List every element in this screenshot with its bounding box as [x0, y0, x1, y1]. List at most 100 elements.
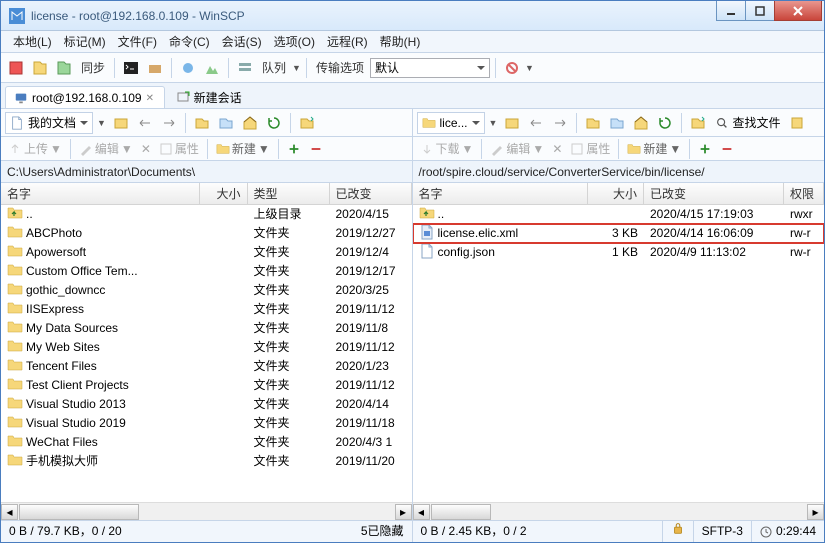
remote-edit-button[interactable]: 编辑 ▼: [487, 140, 547, 157]
tool-icon-6[interactable]: [177, 57, 199, 79]
tool-icon-8[interactable]: [501, 57, 523, 79]
session-tab-active[interactable]: root@192.168.0.109 ✕: [5, 86, 165, 108]
remote-nav-3[interactable]: [549, 112, 571, 134]
local-location-combo[interactable]: 我的文档: [5, 112, 93, 134]
local-nav-3[interactable]: [158, 112, 180, 134]
minimize-button[interactable]: [716, 1, 746, 21]
table-row[interactable]: 手机模拟大师文件夹2019/11/20: [1, 452, 412, 471]
col-type[interactable]: 类型: [248, 183, 330, 204]
table-row[interactable]: IISExpress文件夹2019/11/12: [1, 300, 412, 319]
remote-minus-button[interactable]: [717, 142, 737, 156]
col-name[interactable]: 名字: [1, 183, 200, 204]
window-title: license - root@192.168.0.109 - WinSCP: [31, 9, 245, 23]
remote-find-button[interactable]: 查找文件: [711, 112, 784, 134]
table-row[interactable]: config.json1 KB2020/4/9 11:13:02rw-r: [413, 243, 825, 262]
local-nav-4[interactable]: [191, 112, 213, 134]
folder-icon: [216, 142, 230, 156]
table-row[interactable]: Visual Studio 2013文件夹2020/4/14: [1, 395, 412, 414]
table-row[interactable]: license.elic.xml3 KB2020/4/14 16:06:09rw…: [413, 224, 825, 243]
local-nav-1[interactable]: [110, 112, 132, 134]
tool-icon-7[interactable]: [201, 57, 223, 79]
menu-item[interactable]: 帮助(H): [374, 33, 427, 50]
new-session-button[interactable]: 新建会话: [167, 86, 251, 108]
folder-icon: [422, 116, 436, 130]
remote-nav-2[interactable]: [525, 112, 547, 134]
remote-new-button[interactable]: 新建 ▼: [624, 140, 684, 157]
terminal-button[interactable]: [120, 57, 142, 79]
remote-location-combo[interactable]: lice...: [417, 112, 485, 134]
upload-label: 上传: [24, 140, 48, 157]
remote-plus-button[interactable]: [695, 142, 715, 156]
remote-nav-7[interactable]: [786, 112, 808, 134]
local-path: C:\Users\Administrator\Documents\: [1, 161, 412, 183]
remote-nav-5[interactable]: [606, 112, 628, 134]
remote-nav-6[interactable]: [687, 112, 709, 134]
local-file-header[interactable]: 名字 大小 类型 已改变: [1, 183, 412, 205]
local-nav-6[interactable]: [296, 112, 318, 134]
remote-delete-button[interactable]: ✕: [549, 142, 565, 156]
folder-icon: [627, 142, 641, 156]
menu-item[interactable]: 标记(M): [58, 33, 112, 50]
transfer-combo[interactable]: 默认: [370, 58, 490, 78]
table-row[interactable]: Custom Office Tem...文件夹2019/12/17: [1, 262, 412, 281]
menu-item[interactable]: 远程(R): [321, 33, 374, 50]
remote-location-label: lice...: [440, 116, 468, 130]
tool-icon-1[interactable]: [5, 57, 27, 79]
maximize-button[interactable]: [745, 1, 775, 21]
table-row[interactable]: Visual Studio 2019文件夹2019/11/18: [1, 414, 412, 433]
menu-item[interactable]: 命令(C): [163, 33, 216, 50]
edit-icon: [490, 142, 504, 156]
tool-icon-3[interactable]: [53, 57, 75, 79]
menu-item[interactable]: 文件(F): [112, 33, 163, 50]
local-props-button[interactable]: 属性: [156, 140, 202, 157]
local-hscroll[interactable]: ◂▸: [1, 502, 412, 520]
queue-icon[interactable]: [234, 57, 256, 79]
local-delete-button[interactable]: ✕: [138, 142, 154, 156]
local-minus-button[interactable]: [306, 142, 326, 156]
table-row[interactable]: My Web Sites文件夹2019/11/12: [1, 338, 412, 357]
local-plus-button[interactable]: [284, 142, 304, 156]
remote-home-button[interactable]: [630, 112, 652, 134]
menubar: 本地(L)标记(M)文件(F)命令(C)会话(S)选项(O)远程(R)帮助(H): [1, 31, 824, 53]
remote-file-header[interactable]: 名字 大小 已改变 权限: [413, 183, 825, 205]
remote-nav-4[interactable]: [582, 112, 604, 134]
tool-icon-5[interactable]: [144, 57, 166, 79]
table-row[interactable]: gothic_downcc文件夹2020/3/25: [1, 281, 412, 300]
remote-hscroll[interactable]: ◂▸: [413, 502, 825, 520]
col-size[interactable]: 大小: [588, 183, 644, 204]
upload-button[interactable]: 上传 ▼: [5, 140, 65, 157]
download-button[interactable]: 下载 ▼: [417, 140, 477, 157]
close-tab-icon[interactable]: ✕: [146, 93, 156, 103]
col-date[interactable]: 已改变: [330, 183, 412, 204]
table-row[interactable]: ABCPhoto文件夹2019/12/27: [1, 224, 412, 243]
local-edit-button[interactable]: 编辑 ▼: [76, 140, 136, 157]
col-size[interactable]: 大小: [200, 183, 248, 204]
table-row[interactable]: ..2020/4/15 17:19:03rwxr: [413, 205, 825, 224]
remote-props-button[interactable]: 属性: [567, 140, 613, 157]
table-row[interactable]: My Data Sources文件夹2019/11/8: [1, 319, 412, 338]
table-row[interactable]: Test Client Projects文件夹2019/11/12: [1, 376, 412, 395]
local-nav-5[interactable]: [215, 112, 237, 134]
menu-item[interactable]: 会话(S): [216, 33, 268, 50]
col-name[interactable]: 名字: [413, 183, 589, 204]
table-row[interactable]: Tencent Files文件夹2020/1/23: [1, 357, 412, 376]
remote-refresh-button[interactable]: [654, 112, 676, 134]
close-button[interactable]: [774, 1, 822, 21]
local-refresh-button[interactable]: [263, 112, 285, 134]
local-new-button[interactable]: 新建 ▼: [213, 140, 273, 157]
col-perm[interactable]: 权限: [784, 183, 824, 204]
table-row[interactable]: ..上级目录2020/4/15: [1, 205, 412, 224]
table-row[interactable]: WeChat Files文件夹2020/4/3 1: [1, 433, 412, 452]
col-date[interactable]: 已改变: [644, 183, 784, 204]
session-tab-label: root@192.168.0.109: [32, 91, 142, 105]
queue-label[interactable]: 队列: [258, 59, 290, 76]
remote-nav-1[interactable]: [501, 112, 523, 134]
menu-item[interactable]: 本地(L): [7, 33, 58, 50]
local-nav-2[interactable]: [134, 112, 156, 134]
local-home-button[interactable]: [239, 112, 261, 134]
sync-label[interactable]: 同步: [77, 59, 109, 76]
menu-item[interactable]: 选项(O): [268, 33, 321, 50]
table-row[interactable]: Apowersoft文件夹2019/12/4: [1, 243, 412, 262]
tool-icon-2[interactable]: [29, 57, 51, 79]
local-hidden-status: 5已隐藏: [361, 521, 404, 542]
